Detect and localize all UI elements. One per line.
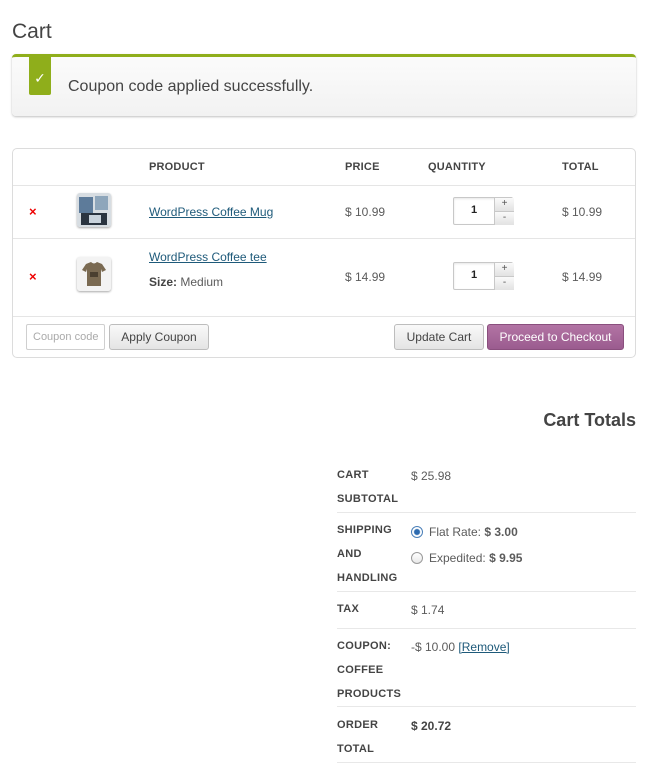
coupon-label-line: COUPON: bbox=[337, 640, 392, 652]
header-total: TOTAL bbox=[562, 161, 599, 173]
success-notice: ✓ Coupon code applied successfully. bbox=[12, 54, 636, 116]
divider bbox=[337, 628, 636, 629]
cart-totals-title: Cart Totals bbox=[543, 410, 636, 430]
divider bbox=[337, 762, 636, 763]
update-cart-button[interactable]: Update Cart bbox=[394, 324, 484, 350]
subtotal-label-line: SUBTOTAL bbox=[337, 493, 399, 505]
coupon-code-input[interactable]: Coupon code bbox=[26, 324, 105, 350]
divider bbox=[13, 316, 635, 317]
quantity-input[interactable]: 1 bbox=[454, 204, 494, 216]
radio-selected-icon[interactable] bbox=[411, 526, 423, 538]
divider bbox=[13, 238, 635, 239]
page-title: Cart bbox=[12, 20, 52, 44]
order-total-label-line: ORDER bbox=[337, 719, 379, 731]
divider bbox=[337, 512, 636, 513]
product-name-link[interactable]: WordPress Coffee tee bbox=[149, 250, 267, 264]
item-price: $ 10.99 bbox=[345, 205, 386, 219]
remove-item-icon[interactable]: × bbox=[29, 204, 37, 219]
shipping-option-flat-rate[interactable]: Flat Rate: $ 3.00 bbox=[411, 525, 518, 539]
subtotal-value: $ 25.98 bbox=[411, 469, 452, 483]
product-name-link[interactable]: WordPress Coffee Mug bbox=[149, 205, 273, 219]
quantity-decrease-button[interactable]: - bbox=[494, 276, 514, 290]
proceed-to-checkout-button[interactable]: Proceed to Checkout bbox=[487, 324, 624, 350]
order-total-label: ORDER TOTAL bbox=[337, 713, 378, 761]
order-total-value: $ 20.72 bbox=[411, 719, 452, 733]
quantity-increase-button[interactable]: + bbox=[494, 198, 514, 211]
header-product: PRODUCT bbox=[149, 161, 205, 173]
coupon-value: -$ 10.00 [Remove] bbox=[411, 640, 510, 654]
divider bbox=[337, 591, 636, 592]
shipping-label: SHIPPING AND HANDLING bbox=[337, 518, 397, 590]
order-total-label-line: TOTAL bbox=[337, 743, 375, 755]
shipping-option-name: Flat Rate: bbox=[429, 525, 482, 539]
shipping-option-price: $ 3.00 bbox=[484, 525, 518, 539]
subtotal-label: CART SUBTOTAL bbox=[337, 463, 398, 511]
notice-message: Coupon code applied successfully. bbox=[68, 78, 314, 95]
divider bbox=[13, 185, 635, 186]
divider bbox=[337, 706, 636, 707]
product-thumbnail[interactable] bbox=[77, 193, 111, 227]
mug-image bbox=[77, 193, 111, 227]
header-quantity: QUANTITY bbox=[428, 161, 486, 173]
product-variation: Size: Medium bbox=[149, 275, 223, 289]
remove-coupon-link[interactable]: [Remove] bbox=[458, 640, 509, 654]
shipping-option-name: Expedited: bbox=[429, 551, 486, 565]
quantity-input[interactable]: 1 bbox=[454, 269, 494, 281]
shipping-label-line: SHIPPING bbox=[337, 524, 392, 536]
item-total: $ 10.99 bbox=[562, 205, 603, 219]
quantity-stepper[interactable]: 1 + - bbox=[453, 197, 514, 225]
quantity-increase-button[interactable]: + bbox=[494, 263, 514, 276]
item-price: $ 14.99 bbox=[345, 270, 386, 284]
shipping-label-line: HANDLING bbox=[337, 572, 398, 584]
tax-value: $ 1.74 bbox=[411, 603, 445, 617]
coupon-label: COUPON: COFFEE PRODUCTS bbox=[337, 634, 401, 706]
coupon-label-line: PRODUCTS bbox=[337, 688, 402, 700]
tshirt-image bbox=[77, 257, 111, 291]
radio-unselected-icon[interactable] bbox=[411, 552, 423, 564]
remove-item-icon[interactable]: × bbox=[29, 269, 37, 284]
apply-coupon-button[interactable]: Apply Coupon bbox=[109, 324, 209, 350]
header-price: PRICE bbox=[345, 161, 380, 173]
shipping-label-line: AND bbox=[337, 548, 362, 560]
cart-table: PRODUCT PRICE QUANTITY TOTAL × WordPress… bbox=[12, 148, 636, 358]
coupon-discount: -$ 10.00 bbox=[411, 640, 456, 654]
variation-label: Size: bbox=[149, 275, 178, 289]
shipping-option-expedited[interactable]: Expedited: $ 9.95 bbox=[411, 551, 522, 565]
subtotal-label-line: CART bbox=[337, 469, 369, 481]
tax-label: TAX bbox=[337, 603, 360, 615]
product-thumbnail[interactable] bbox=[77, 257, 111, 291]
quantity-stepper[interactable]: 1 + - bbox=[453, 262, 514, 290]
quantity-decrease-button[interactable]: - bbox=[494, 211, 514, 225]
checkmark-icon: ✓ bbox=[29, 57, 51, 95]
item-total: $ 14.99 bbox=[562, 270, 603, 284]
variation-value: Medium bbox=[180, 275, 224, 289]
shipping-option-price: $ 9.95 bbox=[489, 551, 523, 565]
coupon-label-line: COFFEE bbox=[337, 664, 384, 676]
